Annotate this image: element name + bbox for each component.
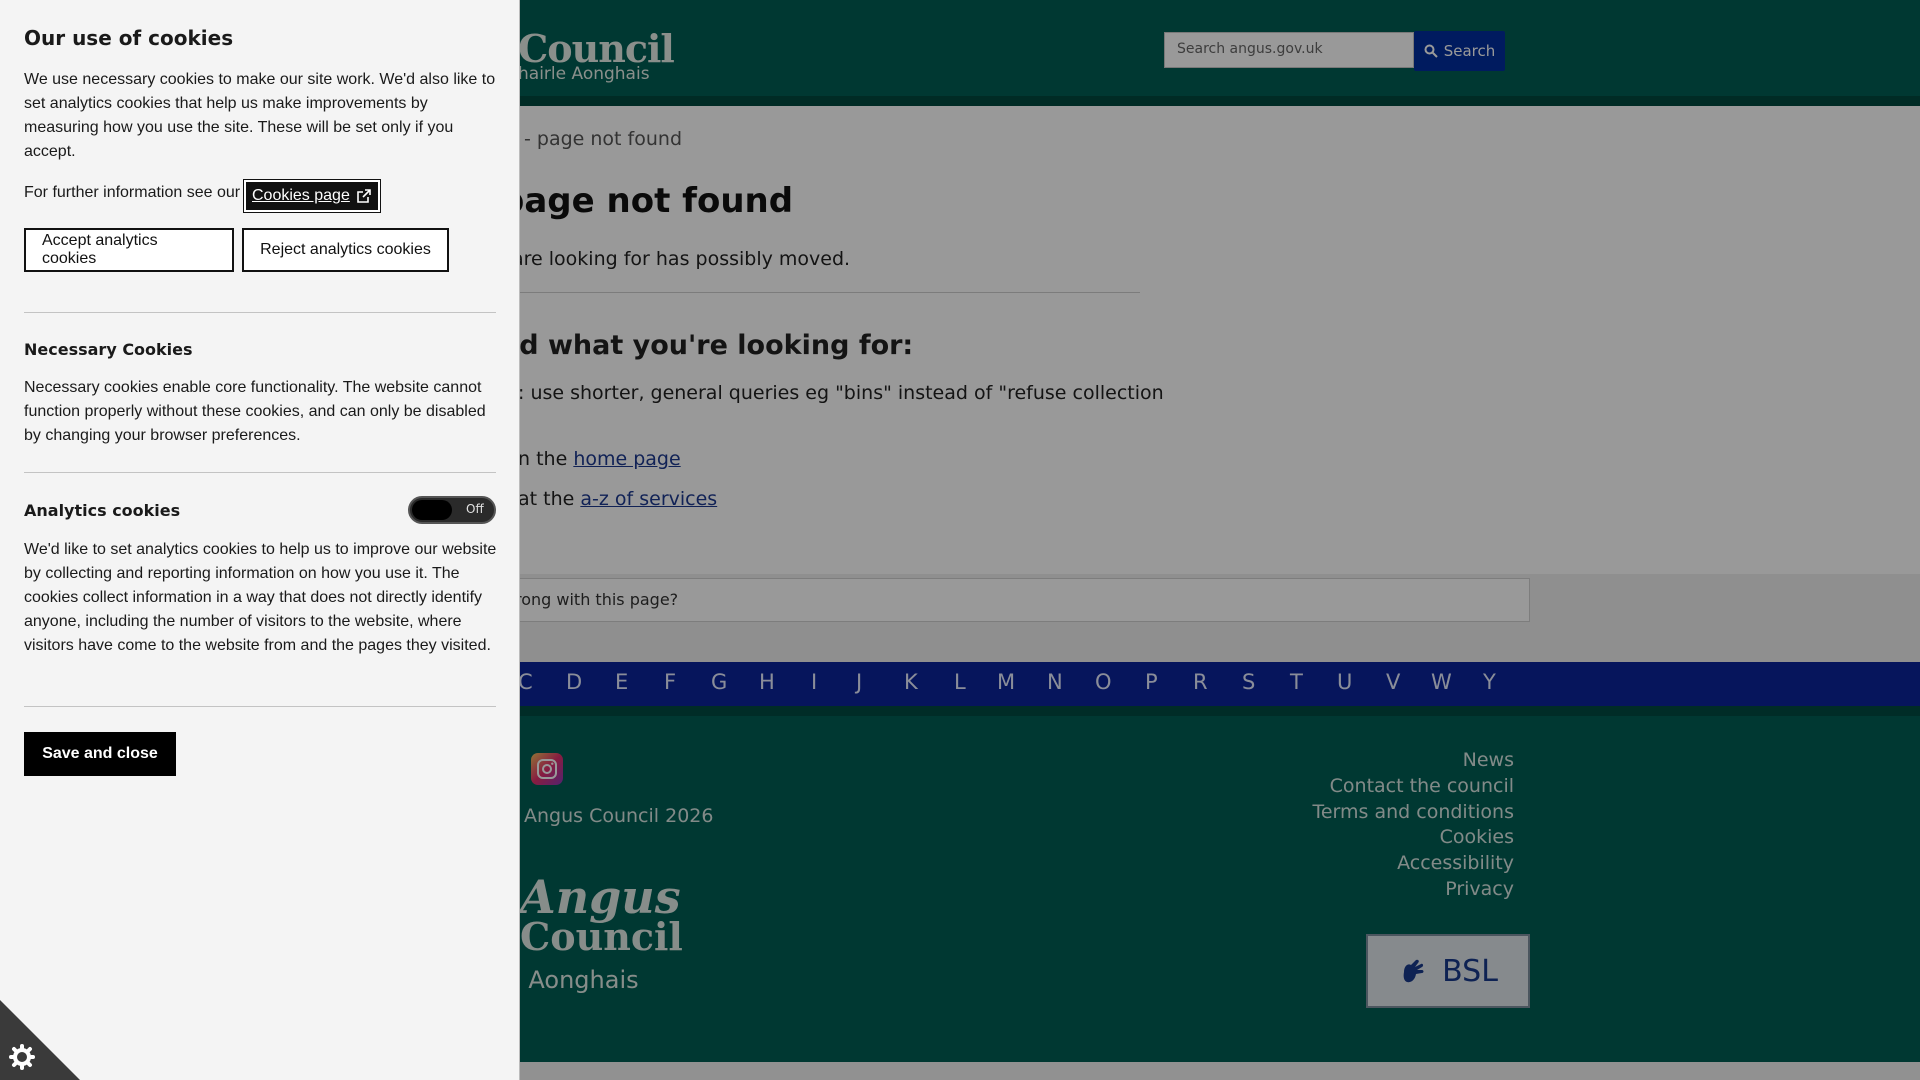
toggle-state-label: Off xyxy=(466,502,484,516)
reject-analytics-button[interactable]: Reject analytics cookies xyxy=(242,228,449,272)
divider xyxy=(24,706,496,707)
cookie-consent-panel: Our use of cookies We use necessary cook… xyxy=(0,0,520,1080)
cookie-intro-text: We use necessary cookies to make our sit… xyxy=(24,71,496,160)
analytics-cookies-title: Analytics cookies xyxy=(24,501,181,520)
external-link-icon xyxy=(357,189,371,203)
necessary-cookies-text: Necessary cookies enable core functional… xyxy=(24,379,486,444)
cookie-panel-title: Our use of cookies xyxy=(24,26,234,50)
cookies-page-link[interactable]: Cookies page xyxy=(243,179,381,213)
divider xyxy=(24,312,496,313)
analytics-cookies-text: We'd like to set analytics cookies to he… xyxy=(24,541,497,654)
cookies-page-link-label: Cookies page xyxy=(252,187,350,204)
cookie-further-info-text: For further information see our xyxy=(24,184,241,201)
accept-analytics-button[interactable]: Accept analytics cookies xyxy=(24,228,234,272)
toggle-knob xyxy=(412,500,452,520)
divider xyxy=(24,472,496,473)
save-and-close-button[interactable]: Save and close xyxy=(24,732,176,776)
necessary-cookies-title: Necessary Cookies xyxy=(24,340,193,359)
analytics-cookies-toggle[interactable]: Off xyxy=(408,496,496,524)
cookie-settings-tab[interactable] xyxy=(0,1000,80,1080)
